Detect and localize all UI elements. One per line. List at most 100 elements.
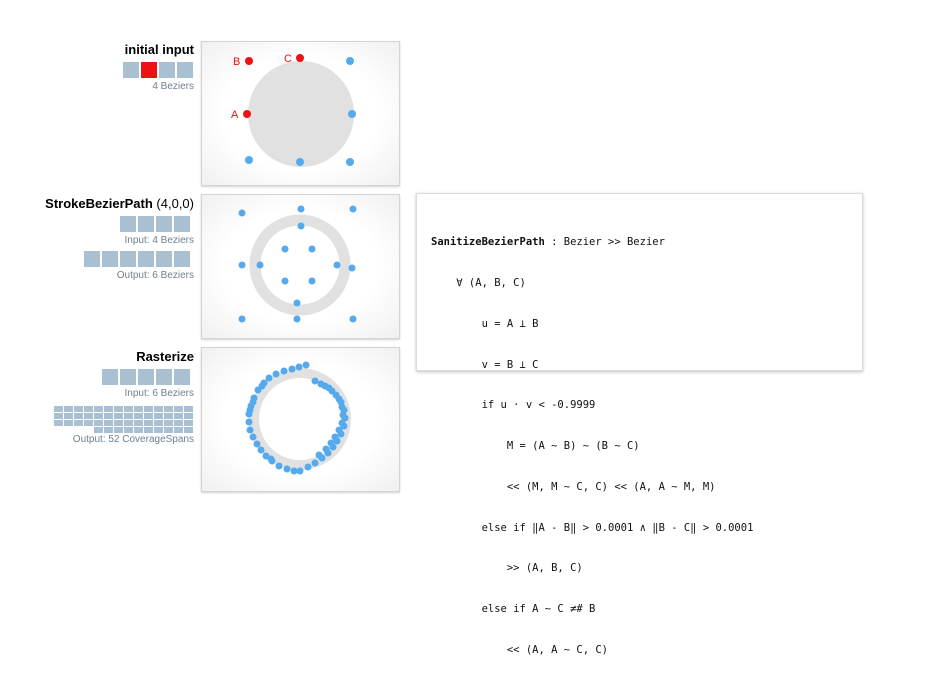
coverage-span-block xyxy=(174,420,183,426)
coverage-span-block xyxy=(104,406,113,412)
coverage-span-block xyxy=(114,413,123,419)
coverage-span-dot xyxy=(267,455,275,463)
coverage-span-block xyxy=(164,427,173,433)
coverage-span-dot xyxy=(296,467,304,475)
stage-title-bold: StrokeBezierPath xyxy=(45,196,153,211)
coverage-span-block xyxy=(114,427,123,433)
control-point xyxy=(346,57,354,65)
coverage-span-block xyxy=(64,413,73,419)
coverage-span-dot xyxy=(331,433,339,441)
coverage-span-dot xyxy=(327,439,335,447)
coverage-span-block xyxy=(154,406,163,412)
rasterize-output-caption: Output: 52 CoverageSpans xyxy=(72,434,194,445)
stage-rasterize-title: Rasterize xyxy=(136,348,194,366)
coverage-span-block xyxy=(114,420,123,426)
stage-title-bold: Rasterize xyxy=(136,349,194,364)
coverage-span-dot xyxy=(295,363,303,371)
coverage-span-block xyxy=(174,427,183,433)
bezier-block xyxy=(174,216,190,232)
code-line: ∀ (A, B, C) xyxy=(431,276,526,289)
initial-input-panel: B C A xyxy=(201,41,400,186)
rasterize-diagram xyxy=(245,361,351,475)
coverage-span-dot xyxy=(315,451,323,459)
coverage-span-block xyxy=(174,413,183,419)
bezier-block xyxy=(138,216,154,232)
coverage-span-dot xyxy=(335,395,343,403)
coverage-span-block xyxy=(134,406,143,412)
coverage-span-block xyxy=(164,413,173,419)
bezier-block xyxy=(156,369,172,385)
stroke-panel xyxy=(201,194,400,339)
control-point xyxy=(293,299,301,307)
function-signature: : Bezier >> Bezier xyxy=(544,236,665,249)
coverage-span-dot xyxy=(321,382,329,390)
coverage-span-block xyxy=(184,427,193,433)
control-point xyxy=(238,209,246,217)
coverage-span-block xyxy=(94,427,103,433)
coverage-span-block xyxy=(104,427,113,433)
coverage-span-dot xyxy=(265,374,273,382)
coverage-span-dot xyxy=(280,367,288,375)
stroke-diagram xyxy=(238,205,357,323)
stroke-output-blocks xyxy=(84,251,190,267)
bezier-block xyxy=(102,369,118,385)
bezier-block xyxy=(174,251,190,267)
control-point xyxy=(348,110,356,118)
coverage-span-block xyxy=(134,427,143,433)
coverage-span-block xyxy=(84,413,93,419)
coverage-span-block xyxy=(134,413,143,419)
bezier-block xyxy=(174,369,190,385)
coverage-span-dot xyxy=(339,411,347,419)
code-panel: SanitizeBezierPath : Bezier >> Bezier ∀ … xyxy=(416,193,863,656)
control-point xyxy=(256,261,264,269)
control-point xyxy=(297,222,305,230)
code-signature: SanitizeBezierPath : Bezier >> Bezier xyxy=(431,236,753,250)
coverage-span-block xyxy=(124,427,133,433)
code-line: M = (A ~ B) ~ (B ~ C) xyxy=(431,440,640,453)
code-line: << (M, M ~ C, C) << (A, A ~ M, M) xyxy=(431,480,716,493)
coverage-span-block xyxy=(74,420,83,426)
coverage-span-block xyxy=(144,406,153,412)
code-line: << (A, A ~ C, C) xyxy=(431,644,609,656)
coverage-span-block xyxy=(154,413,163,419)
coverage-span-dot xyxy=(283,465,291,473)
bezier-block xyxy=(159,62,175,78)
control-point xyxy=(333,261,341,269)
coverage-span-block xyxy=(154,420,163,426)
control-point-b xyxy=(245,57,253,65)
control-point-c xyxy=(296,54,304,62)
bezier-block xyxy=(156,251,172,267)
coverage-span-block xyxy=(144,413,153,419)
coverage-span-dot xyxy=(275,462,283,470)
coverage-span-dot xyxy=(253,440,261,448)
code-block: SanitizeBezierPath : Bezier >> Bezier ∀ … xyxy=(431,209,753,685)
coverage-span-block xyxy=(54,406,63,412)
control-point xyxy=(245,156,253,164)
bezier-block xyxy=(120,369,136,385)
control-point xyxy=(281,245,289,253)
coverage-span-dot xyxy=(304,463,312,471)
bezier-block xyxy=(156,216,172,232)
bezier-block xyxy=(120,216,136,232)
control-point xyxy=(238,261,246,269)
stage-title-bold: initial input xyxy=(124,42,194,57)
filled-disk xyxy=(248,61,354,167)
bezier-block xyxy=(138,369,154,385)
coverage-span-dot xyxy=(258,382,266,390)
coverage-span-block xyxy=(84,406,93,412)
code-line: else if ‖A - B‖ > 0.0001 ∧ ‖B - C‖ > 0.0… xyxy=(431,521,754,534)
coverage-span-dot xyxy=(322,445,330,453)
code-line: v = B ⊥ C xyxy=(431,358,539,371)
coverage-span-block xyxy=(94,406,103,412)
control-point xyxy=(297,205,305,213)
stage-initial-input-title: initial input xyxy=(125,41,194,59)
control-point xyxy=(349,315,357,323)
coverage-span-block xyxy=(104,413,113,419)
bezier-block xyxy=(84,251,100,267)
control-point xyxy=(346,158,354,166)
coverage-span-block xyxy=(164,420,173,426)
control-point xyxy=(308,277,316,285)
coverage-span-block xyxy=(184,420,193,426)
control-point-a xyxy=(243,110,251,118)
coverage-span-block xyxy=(74,406,83,412)
